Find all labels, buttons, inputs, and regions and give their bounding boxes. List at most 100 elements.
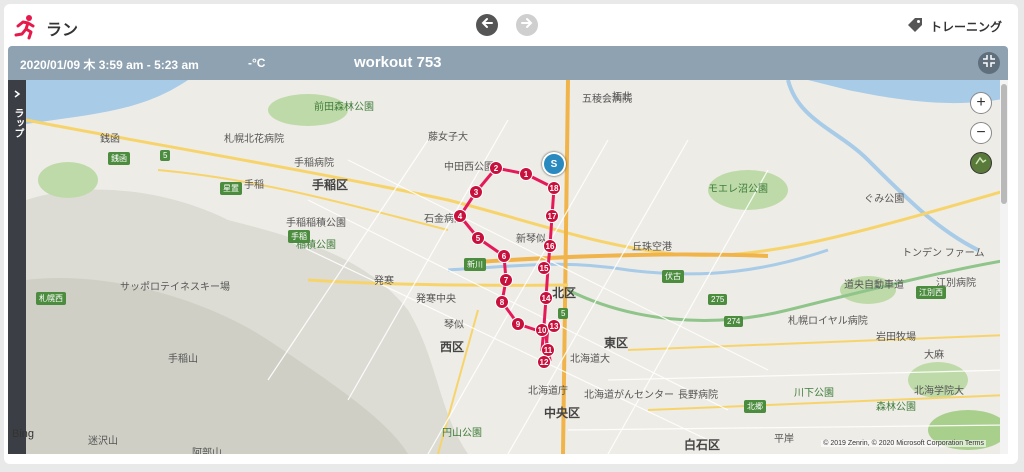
map-label: 西区 <box>440 340 465 354</box>
road-shield: 江別西 <box>916 286 946 299</box>
workout-header: 2020/01/09 木 3:59 am - 5:23 am -°C worko… <box>8 46 1008 80</box>
runner-icon <box>12 14 38 40</box>
lap-panel-toggle[interactable]: ラップ <box>8 80 26 454</box>
waypoint-marker[interactable]: 16 <box>543 239 557 253</box>
chevron-right-icon <box>12 86 22 104</box>
map-label: ぐみ公園 <box>864 194 905 205</box>
map-label: 道央自動車道 <box>844 280 904 291</box>
top-bar: ラン トレーニング <box>4 4 1018 46</box>
map-label: 札幌ロイヤル病院 <box>788 316 868 327</box>
training-button[interactable]: トレーニング <box>906 16 1002 37</box>
road-shield: 星置 <box>220 182 242 195</box>
app-title: ラン <box>46 22 79 39</box>
workout-datetime: 2020/01/09 木 3:59 am - 5:23 am <box>20 58 199 72</box>
map-label: 北区 <box>552 286 577 300</box>
map-label: 中田西公園 <box>444 162 494 173</box>
map-label: 札幌北花病院 <box>224 134 284 145</box>
waypoint-marker[interactable]: 5 <box>471 231 485 245</box>
map-label: 手稲稲積公園 <box>286 218 346 229</box>
map-label: 銭函 <box>100 134 120 145</box>
map-label: 拓北 <box>612 92 632 103</box>
plus-icon: + <box>976 94 986 111</box>
road-shield: 新川 <box>464 258 486 271</box>
scrollbar-thumb[interactable] <box>1001 84 1007 204</box>
arrow-left-icon <box>480 16 494 35</box>
map-label: 手稲山 <box>168 354 198 365</box>
map-scrollbar[interactable] <box>1000 80 1008 454</box>
collapse-button[interactable] <box>978 52 1000 74</box>
waypoint-marker[interactable]: 4 <box>453 209 467 223</box>
road-shield: 5 <box>558 308 569 319</box>
waypoint-marker[interactable]: 13 <box>547 319 561 333</box>
road-shield: 274 <box>724 316 744 327</box>
road-shield: 5 <box>160 150 171 161</box>
collapse-icon <box>982 54 996 73</box>
map-label: 新琴似 <box>516 234 546 245</box>
waypoint-marker[interactable]: 9 <box>511 317 525 331</box>
map-label: 北海学院大 <box>914 386 964 397</box>
start-label: S <box>550 158 558 170</box>
workout-card: ラン トレーニング 2020/01/09 木 3:59 am - 5:23 am… <box>4 4 1018 464</box>
map-label: 北海道がんセンター <box>584 390 674 401</box>
back-button[interactable] <box>476 14 498 36</box>
map-label: モエレ沼公園 <box>708 184 768 195</box>
forward-button[interactable] <box>516 14 538 36</box>
workout-title: workout 753 <box>354 54 442 71</box>
zoom-out-button[interactable]: − <box>970 122 992 144</box>
waypoint-marker[interactable]: 6 <box>497 249 511 263</box>
map-label: 中央区 <box>544 406 581 420</box>
road-shield: 北郷 <box>744 400 766 413</box>
lap-label: ラップ <box>12 108 23 138</box>
road-shield: 伏古 <box>662 270 684 283</box>
map-copyright[interactable]: © 2019 Zenrin, © 2020 Microsoft Corporat… <box>821 440 986 447</box>
minus-icon: − <box>976 124 986 141</box>
waypoint-marker[interactable]: 14 <box>539 291 553 305</box>
map-label: 迷沢山 <box>88 436 118 447</box>
start-marker[interactable]: S <box>542 152 566 176</box>
map-label: トンデン ファーム <box>902 248 985 259</box>
waypoint-marker[interactable]: 18 <box>547 181 561 195</box>
waypoint-marker[interactable]: 3 <box>469 185 483 199</box>
road-shield: 銭函 <box>108 152 130 165</box>
map-label: 手稲 <box>244 180 264 191</box>
map-label: 森林公園 <box>876 402 916 413</box>
waypoint-marker[interactable]: 15 <box>537 261 551 275</box>
zoom-in-button[interactable]: + <box>970 92 992 114</box>
waypoint-marker[interactable]: 17 <box>545 209 559 223</box>
map-label: 大麻 <box>924 350 944 361</box>
training-label: トレーニング <box>929 20 1002 34</box>
map-layer-icon <box>974 154 988 173</box>
map-label: 手稲病院 <box>294 158 334 169</box>
map-label: 丘珠空港 <box>632 242 672 253</box>
road-shield: 札幌西 <box>36 292 66 305</box>
map-label: 琴似 <box>444 320 464 331</box>
map-label: 白石区 <box>684 438 721 452</box>
tag-icon <box>906 16 924 37</box>
map-label: 発寒 <box>374 276 394 287</box>
map-label: 北海道庁 <box>528 386 568 397</box>
waypoint-marker[interactable]: 8 <box>495 295 509 309</box>
map-label: 平岸 <box>774 434 794 445</box>
map-label: 円山公園 <box>442 428 482 439</box>
map-label: 岩田牧場 <box>876 332 916 343</box>
waypoint-marker[interactable]: 7 <box>499 273 513 287</box>
map-label: 阿部山 <box>192 448 222 454</box>
workout-temperature: -°C <box>248 56 266 70</box>
map-label: サッポロテイネスキー場 <box>120 282 230 293</box>
map-label: 川下公園 <box>794 388 834 399</box>
map-label: 藤女子大 <box>428 132 468 143</box>
map-layer-button[interactable] <box>970 152 992 174</box>
map-label: 長野病院 <box>678 390 718 401</box>
waypoint-marker[interactable]: 12 <box>537 355 551 369</box>
road-shield: 手稲 <box>288 230 310 243</box>
map-label: 東区 <box>604 336 629 350</box>
road-shield: 275 <box>708 294 728 305</box>
map-label: 前田森林公園 <box>314 102 374 113</box>
waypoint-marker[interactable]: 1 <box>519 167 533 181</box>
waypoint-marker[interactable]: 2 <box>489 161 503 175</box>
map-label: 北海道大 <box>570 354 610 365</box>
map-label: 発寒中央 <box>416 294 456 305</box>
bing-logo: Bing <box>12 428 35 440</box>
arrow-right-icon <box>520 16 534 35</box>
route-map[interactable]: 手稲区 北区 西区 東区 中央区 白石区 前田森林公園 五稜会病院 藤女子大 札… <box>8 80 1008 454</box>
